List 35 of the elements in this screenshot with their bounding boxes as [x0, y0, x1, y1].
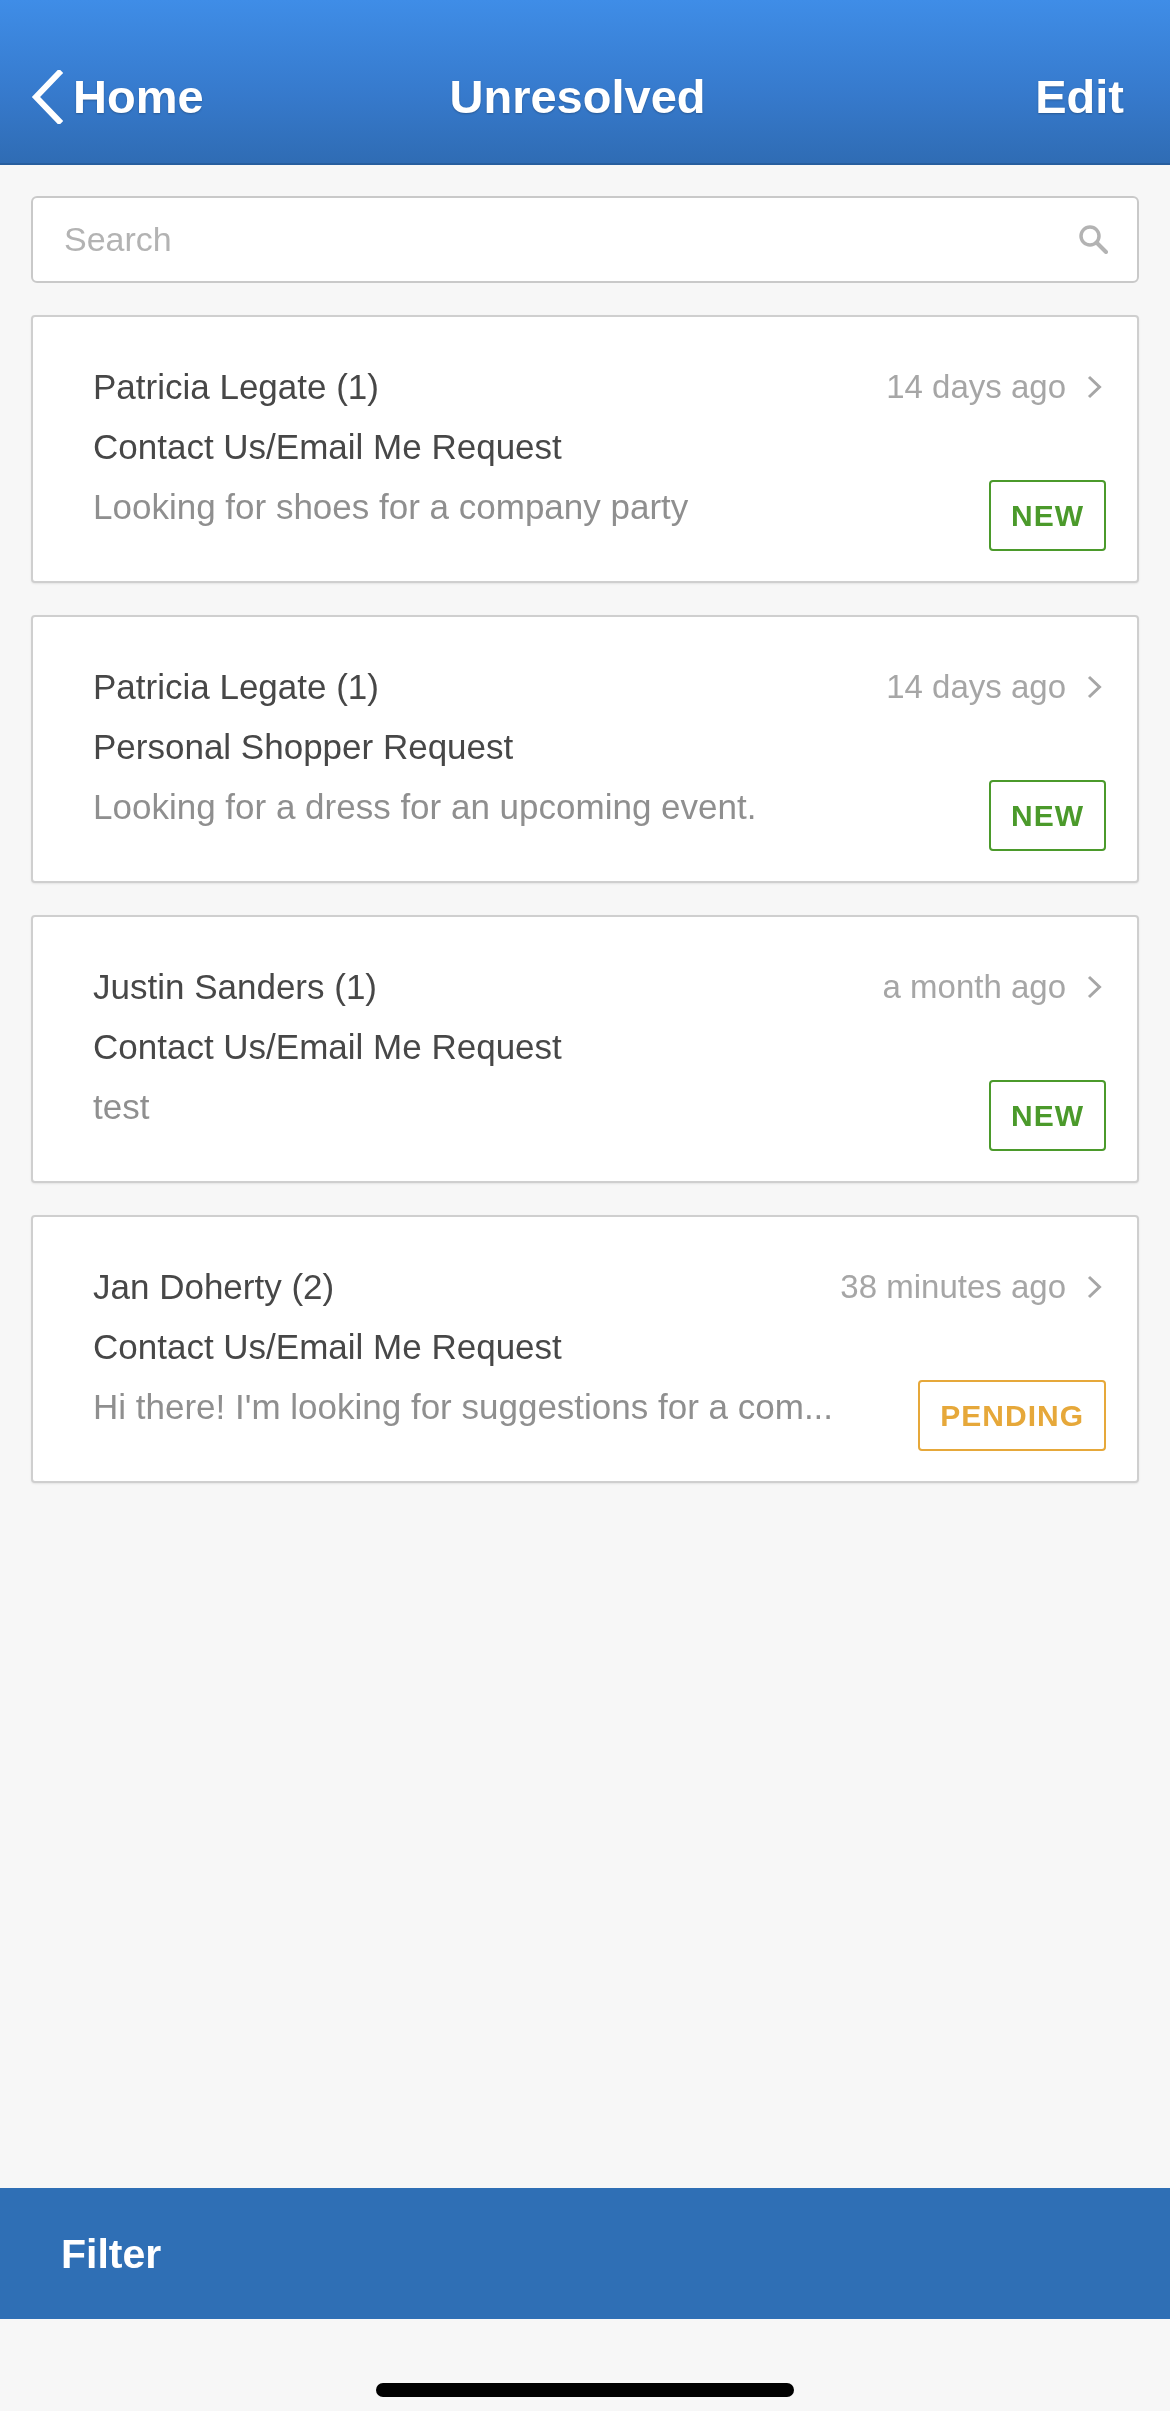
- request-card[interactable]: Patricia Legate (1) 14 days ago Personal Shopper Request Looking for a dress for an upcoming event. NEW: [31, 615, 1139, 883]
- request-card[interactable]: Justin Sanders (1) a month ago Contact Us/Email Me Request test NEW: [31, 915, 1139, 1183]
- chevron-right-icon: [1087, 375, 1102, 399]
- message-preview: test: [93, 1086, 150, 1128]
- time-label: 14 days ago: [886, 667, 1066, 707]
- chevron-left-icon: [31, 70, 63, 124]
- request-card[interactable]: Patricia Legate (1) 14 days ago Contact Us/Email Me Request Looking for shoes for a company party NEW: [31, 315, 1139, 583]
- status-badge: NEW: [989, 1080, 1106, 1151]
- contact-name: Jan Doherty (2): [93, 1266, 335, 1308]
- contact-name: Justin Sanders (1): [93, 966, 378, 1008]
- chevron-right-icon: [1087, 1275, 1102, 1299]
- request-subject: Personal Shopper Request: [93, 726, 514, 768]
- edit-button[interactable]: Edit: [1035, 62, 1124, 132]
- search-icon: [1078, 224, 1108, 254]
- time-label: 14 days ago: [886, 367, 1066, 407]
- filter-button[interactable]: Filter: [61, 2225, 162, 2282]
- status-badge: PENDING: [918, 1380, 1106, 1451]
- chevron-right-icon: [1087, 675, 1102, 699]
- time-label: 38 minutes ago: [840, 1267, 1066, 1307]
- request-subject: Contact Us/Email Me Request: [93, 426, 562, 468]
- request-subject: Contact Us/Email Me Request: [93, 1026, 562, 1068]
- contact-name: Patricia Legate (1): [93, 366, 379, 408]
- status-badge: NEW: [989, 480, 1106, 551]
- request-subject: Contact Us/Email Me Request: [93, 1326, 562, 1368]
- time-label: a month ago: [882, 967, 1066, 1007]
- contact-name: Patricia Legate (1): [93, 666, 379, 708]
- message-preview: Looking for a dress for an upcoming event.: [93, 786, 757, 828]
- message-preview: Hi there! I'm looking for suggestions for a com...: [93, 1386, 834, 1428]
- screen-title: Unresolved: [449, 69, 706, 125]
- request-card[interactable]: Jan Doherty (2) 38 minutes ago Contact Us/Email Me Request Hi there! I'm looking for suggestions for a com... PENDING: [31, 1215, 1139, 1483]
- chevron-right-icon: [1087, 975, 1102, 999]
- back-button[interactable]: Home: [31, 62, 204, 132]
- message-preview: Looking for shoes for a company party: [93, 486, 689, 528]
- status-badge: NEW: [989, 780, 1106, 851]
- search-field[interactable]: Search: [31, 196, 1139, 283]
